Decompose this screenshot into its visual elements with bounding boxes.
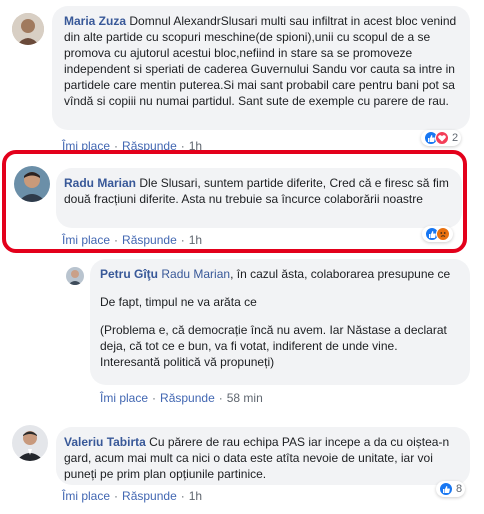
comment-paragraph: De fapt, timpul ne va arăta ce xyxy=(100,295,257,309)
comment-actions: Îmi place · Răspunde · 58 min xyxy=(100,391,263,405)
mention-link[interactable]: Radu Marian xyxy=(161,267,230,281)
love-reaction-icon xyxy=(435,131,449,145)
avatar-valeriu-tabirta[interactable] xyxy=(12,425,48,461)
comment-time[interactable]: 58 min xyxy=(227,391,263,405)
like-link[interactable]: Îmi place xyxy=(62,489,110,503)
comment-actions: Îmi place · Răspunde · 1h xyxy=(62,489,203,503)
comment-paragraph: (Problema e, că democrație încă nu avem.… xyxy=(100,323,447,369)
reaction-summary[interactable]: 2 xyxy=(421,130,462,146)
reply-link[interactable]: Răspunde xyxy=(122,489,177,503)
like-reaction-icon xyxy=(439,482,453,496)
comment-text: Domnul AlexandrSlusari multi sau infiltr… xyxy=(64,14,457,108)
reaction-summary[interactable]: 8 xyxy=(436,481,466,497)
comment-author[interactable]: Valeriu Tabirta xyxy=(64,435,146,449)
comment-bubble: Valeriu Tabirta Cu părere de rau echipa … xyxy=(56,427,470,485)
avatar-maria-zuza[interactable] xyxy=(12,13,44,45)
reaction-count: 8 xyxy=(456,483,463,495)
comment-bubble: Maria Zuza Domnul AlexandrSlusari multi … xyxy=(52,6,470,130)
comment-text: , în cazul ăsta, colaborarea presupune c… xyxy=(230,267,451,281)
comment-author[interactable]: Petru Gîţu xyxy=(100,267,158,281)
comment-time[interactable]: 1h xyxy=(189,489,202,503)
reply-link[interactable]: Răspunde xyxy=(160,391,215,405)
comment-paragraph: Petru Gîţu Radu Marian, în cazul ăsta, c… xyxy=(100,266,458,282)
reaction-count: 2 xyxy=(452,132,459,144)
comment-bubble: Petru Gîţu Radu Marian, în cazul ăsta, c… xyxy=(90,259,470,385)
like-link[interactable]: Îmi place xyxy=(100,391,148,405)
comment-author[interactable]: Maria Zuza xyxy=(64,14,126,28)
highlight-outline xyxy=(2,150,467,253)
avatar-petru-gitu[interactable] xyxy=(66,267,84,285)
